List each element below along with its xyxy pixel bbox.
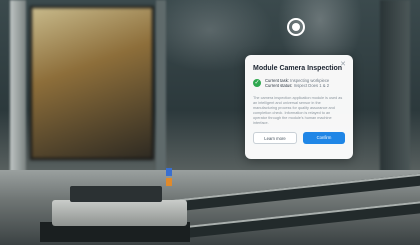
current-task-label: Current task: — [265, 78, 289, 83]
confirm-button[interactable]: Confirm — [303, 131, 345, 144]
current-status-label: Current status: — [265, 83, 293, 89]
status-block: ✓ Current task: Inspecting workpiece Cur… — [253, 78, 345, 89]
dialog-actions: Learn more Confirm — [253, 131, 345, 144]
workpiece-module — [70, 186, 162, 202]
dialog-title: Module Camera Inspection — [253, 65, 343, 72]
target-ring-icon[interactable] — [287, 18, 305, 36]
workpiece-fixture — [52, 200, 187, 226]
dialog-description: The camera inspection application module… — [253, 95, 343, 125]
camera-inspection-dialog: ✕ Module Camera Inspection ✓ Current tas… — [245, 55, 353, 159]
close-icon[interactable]: ✕ — [340, 60, 346, 68]
learn-more-button[interactable]: Learn more — [253, 131, 297, 144]
sensor-indicator — [166, 168, 172, 176]
sensor-indicator — [166, 178, 172, 186]
current-task-value: Inspecting workpiece — [290, 78, 330, 83]
check-circle-icon: ✓ — [253, 79, 261, 87]
current-status-value: Inspect Does 1 & 2 — [293, 83, 330, 89]
factory-background — [0, 0, 420, 245]
status-lines: Current task: Inspecting workpiece Curre… — [265, 78, 329, 89]
current-status: Current status: Inspect Does 1 & 2 — [265, 83, 329, 88]
background-poster — [30, 6, 154, 160]
